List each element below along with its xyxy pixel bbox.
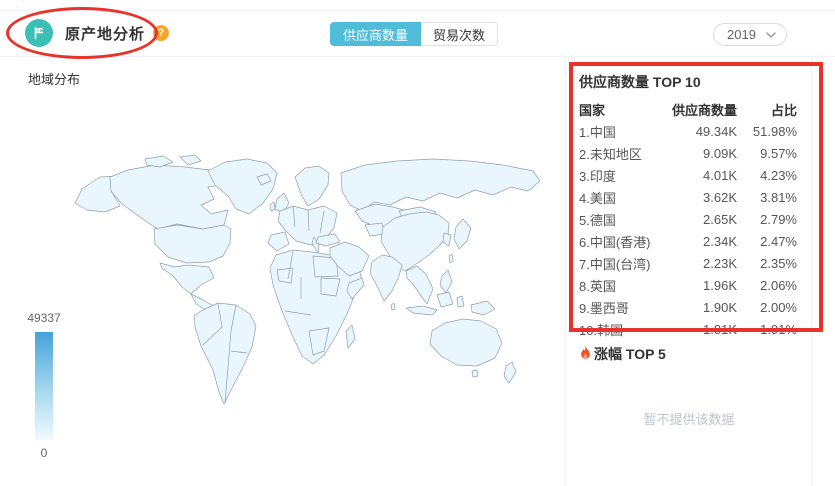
stats-panel: 供应商数量 TOP 10 国家 供应商数量 占比 1.中国 49.34K 51.…	[566, 57, 823, 486]
growth-top5-label: 涨幅 TOP 5	[594, 346, 666, 362]
region-scandinavia	[294, 165, 330, 207]
supplier-top10-table: 国家 供应商数量 占比 1.中国 49.34K 51.98% 2.未知地区 9.…	[579, 98, 797, 340]
legend-gradient-bar	[35, 332, 53, 440]
table-row[interactable]: 7.中国(台湾) 2.23K 2.35%	[579, 252, 797, 274]
supplier-top10-title: 供应商数量 TOP 10	[579, 74, 701, 90]
flame-icon	[581, 346, 590, 359]
tab-supplier-count[interactable]: 供应商数量	[330, 22, 422, 46]
region-usa	[153, 224, 232, 264]
metric-tabs: 供应商数量 贸易次数	[330, 22, 499, 46]
region-mexico	[159, 262, 215, 295]
legend-max-label: 49337	[27, 311, 61, 325]
table-row[interactable]: 1.中国 49.34K 51.98%	[579, 120, 797, 142]
map-section-title: 地域分布	[28, 72, 81, 87]
region-russia	[340, 158, 541, 212]
table-row[interactable]: 10.韩国 1.81K 1.91%	[579, 318, 797, 340]
region-japan	[453, 218, 472, 250]
help-icon[interactable]: ?	[153, 25, 170, 41]
region-southeast-asia	[405, 265, 434, 305]
table-row[interactable]: 6.中国(香港) 2.34K 2.47%	[579, 230, 797, 252]
table-row[interactable]: 2.未知地区 9.09K 9.57%	[579, 142, 797, 164]
table-row[interactable]: 9.墨西哥 1.90K 2.00%	[579, 296, 797, 318]
map-legend: 49337 0	[22, 311, 66, 460]
region-australia	[429, 318, 503, 367]
origin-analysis-card: 原产地分析 ? 供应商数量 贸易次数 2019 地域分布 49337 0 供应商…	[0, 7, 835, 486]
page-title: 原产地分析	[65, 25, 146, 43]
region-new-zealand	[503, 361, 517, 384]
growth-empty-text: 暂不提供该数据	[643, 412, 735, 427]
region-greenland	[207, 158, 278, 215]
map-panel: 地域分布 49337 0	[0, 57, 566, 486]
table-row[interactable]: 5.德国 2.65K 2.79%	[579, 208, 797, 230]
world-map[interactable]	[25, 115, 555, 475]
region-new-guinea	[470, 300, 496, 316]
year-select[interactable]: 2019	[713, 23, 787, 46]
header: 原产地分析 ? 供应商数量 贸易次数 2019	[0, 7, 835, 59]
region-taiwan	[448, 253, 454, 264]
region-philippines	[439, 269, 453, 294]
col-country: 国家	[579, 102, 606, 118]
table-row[interactable]: 8.英国 1.96K 2.06%	[579, 274, 797, 296]
tab-trade-count[interactable]: 贸易次数	[421, 22, 499, 46]
region-korea	[442, 232, 452, 247]
title-wrap: 原产地分析 ?	[25, 19, 170, 47]
table-header-row: 国家 供应商数量 占比	[579, 98, 797, 120]
table-row[interactable]: 4.美国 3.62K 3.81%	[579, 186, 797, 208]
col-count: 供应商数量	[671, 102, 737, 118]
growth-top5-title: 涨幅 TOP 5	[579, 344, 666, 364]
col-share: 占比	[770, 102, 797, 118]
table-row[interactable]: 3.印度 4.01K 4.23%	[579, 164, 797, 186]
content: 地域分布 49337 0 供应商数量 TOP 10 国家 供应商数量 占比 1.…	[0, 57, 835, 486]
year-select-value: 2019	[727, 27, 756, 42]
region-south-america	[193, 302, 257, 405]
flag-icon	[25, 19, 53, 47]
region-madagascar	[345, 324, 356, 349]
chevron-down-icon	[766, 31, 776, 38]
legend-min-label: 0	[40, 446, 48, 460]
region-india	[369, 254, 403, 302]
